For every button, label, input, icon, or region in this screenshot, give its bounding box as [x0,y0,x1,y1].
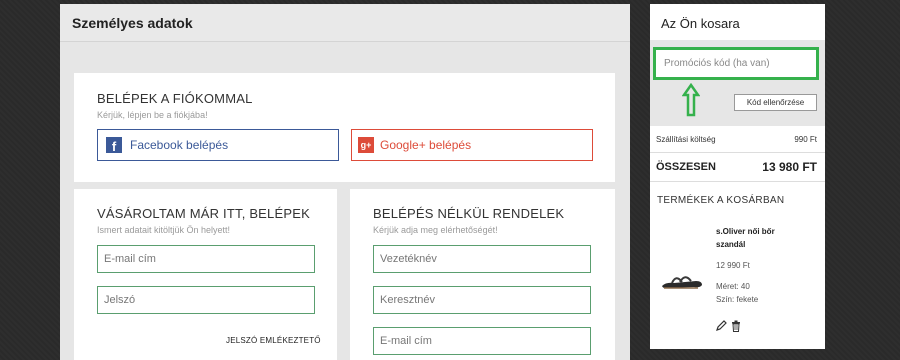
email-field[interactable]: E-mail cím [97,245,315,273]
password-field[interactable]: Jelszó [97,286,315,314]
login-card-subtitle: Kérjük, lépjen be a fiókjába! [97,110,208,120]
login-card: BELÉPEK A FIÓKOMMAL Kérjük, lépjen be a … [74,73,615,182]
total-row: ÖSSZESEN 13 980 FT [656,160,817,174]
total-value: 13 980 FT [762,160,817,174]
product-price: 12 990 Ft [716,261,750,270]
arrow-up-icon [682,83,700,117]
products-title: TERMÉKEK A KOSÁRBAN [657,195,785,206]
facebook-login-button[interactable]: f Facebook belépés [97,129,339,161]
product-actions [716,320,741,332]
promo-section: Promóciós kód (ha van) Kód ellenőrzése [650,40,825,126]
product-color: Szín: fekete [716,295,759,304]
divider [650,181,825,182]
guest-card-subtitle: Kérjük adja meg elérhetőségét! [373,225,498,235]
total-label: ÖSSZESEN [656,161,716,173]
cart-title: Az Ön kosara [661,16,740,31]
guest-order-card: BELÉPÉS NÉLKÜL RENDELEK Kérjük adja meg … [350,189,615,360]
check-code-button[interactable]: Kód ellenőrzése [734,94,817,111]
shipping-label: Szállítási költség [656,135,716,144]
login-card-title: BELÉPEK A FIÓKOMMAL [97,91,253,106]
shipping-value: 990 Ft [794,135,817,144]
returning-card-title: VÁSÁROLTAM MÁR ITT, BELÉPEK [97,206,310,221]
lastname-field[interactable]: Vezetéknév [373,245,591,273]
google-login-label: Google+ belépés [380,138,472,152]
divider [650,152,825,153]
trash-icon[interactable] [731,320,741,332]
facebook-login-label: Facebook belépés [130,138,229,152]
google-plus-icon: g+ [358,137,374,153]
facebook-icon: f [106,137,122,153]
shipping-row: Szállítási költség 990 Ft [656,135,817,144]
firstname-field[interactable]: Keresztnév [373,286,591,314]
promo-code-input[interactable]: Promóciós kód (ha van) [653,47,819,80]
returning-customer-card: VÁSÁROLTAM MÁR ITT, BELÉPEK Ismert adata… [74,189,337,360]
personal-data-panel: Személyes adatok BELÉPEK A FIÓKOMMAL Kér… [60,4,630,360]
password-reminder-link[interactable]: JELSZÓ EMLÉKEZTETŐ [226,336,321,345]
guest-email-field[interactable]: E-mail cím [373,327,591,355]
panel-title: Személyes adatok [60,4,630,42]
sandal-product-image [662,276,702,289]
returning-card-subtitle: Ismert adatait kitöltjük Ön helyett! [97,225,231,235]
cart-panel: Az Ön kosara Promóciós kód (ha van) Kód … [650,4,825,349]
product-size: Méret: 40 [716,282,750,291]
guest-card-title: BELÉPÉS NÉLKÜL RENDELEK [373,206,565,221]
google-login-button[interactable]: g+ Google+ belépés [351,129,593,161]
product-name[interactable]: s.Oliver női bőr szandál [716,225,806,251]
pencil-icon[interactable] [716,320,727,331]
